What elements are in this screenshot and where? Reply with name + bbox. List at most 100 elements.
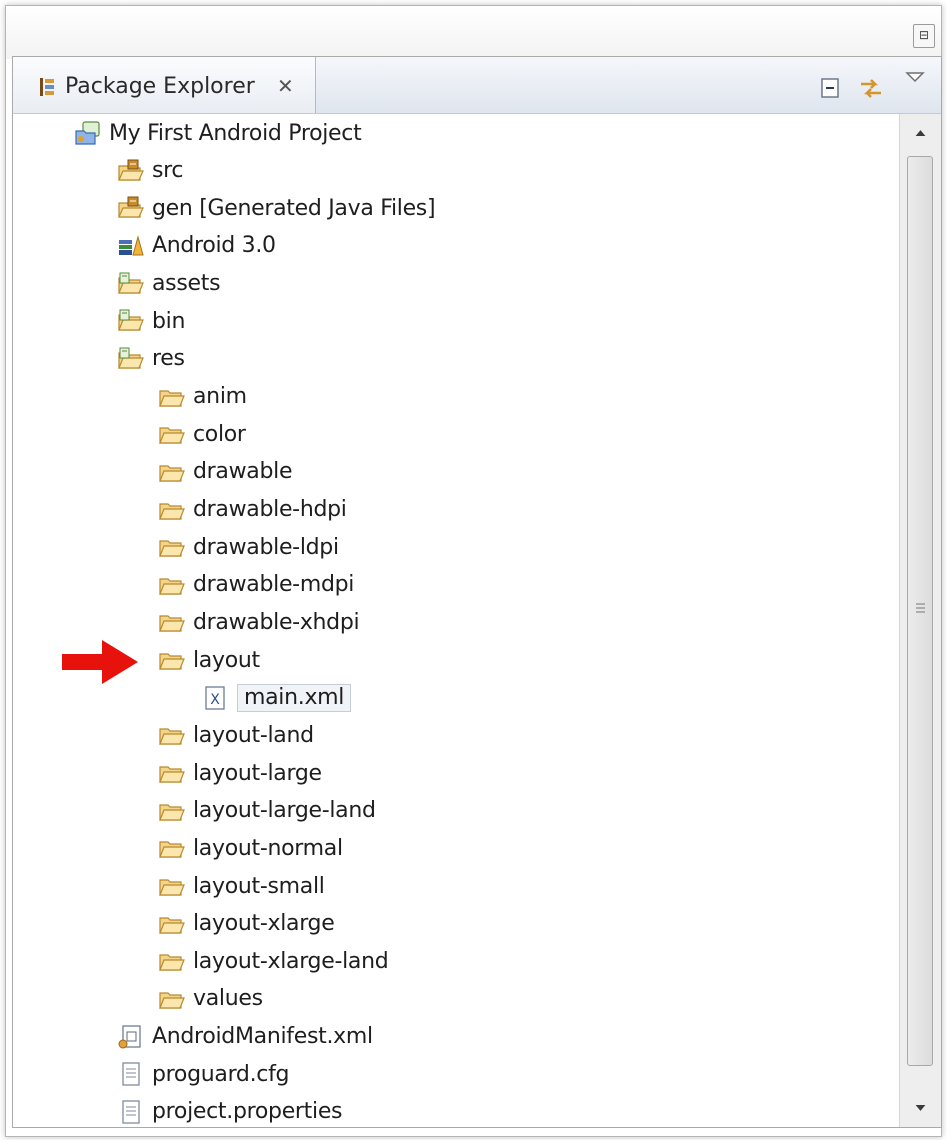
view-menu-chevron-icon[interactable]	[905, 69, 925, 85]
tree-item-label: layout	[193, 647, 260, 673]
text-file-icon	[122, 1062, 140, 1086]
tree-item-label: gen [Generated Java Files]	[152, 195, 436, 221]
tree-item-label: layout-normal	[193, 835, 343, 861]
folder-icon	[159, 728, 185, 745]
tree-item[interactable]: Xmain.xml	[203, 680, 352, 716]
tree-item-label: src	[152, 158, 184, 184]
package-explorer-icon	[40, 78, 54, 96]
tree-item[interactable]: res	[118, 341, 185, 377]
folder-icon	[159, 766, 185, 783]
folder-icon	[159, 653, 185, 670]
project-folder-icon	[118, 309, 144, 331]
folder-icon	[159, 389, 185, 407]
tree-item-label: res	[152, 346, 185, 372]
tree-item[interactable]: AndroidManifest.xml	[118, 1019, 373, 1055]
tree-item-label: drawable-mdpi	[193, 572, 355, 598]
folder-icon	[159, 917, 185, 934]
tree-item[interactable]: bin	[118, 303, 185, 339]
scroll-grip-icon	[916, 603, 925, 613]
tree-item-label: main.xml	[237, 683, 352, 712]
tree-item[interactable]: color	[159, 416, 246, 452]
tree-item-label: anim	[193, 384, 247, 410]
tree-item-label: layout-small	[193, 873, 325, 899]
package-explorer-view: Package Explorer ✕ My First Android Proj…	[12, 56, 942, 1128]
red-arrow-icon	[62, 640, 138, 684]
tree-item[interactable]: layout-large-land	[159, 793, 376, 829]
tree-item-label: assets	[152, 271, 221, 297]
folder-icon	[159, 954, 185, 971]
tree-item-label: proguard.cfg	[152, 1061, 290, 1087]
tree-item[interactable]: project.properties	[118, 1094, 343, 1127]
folder-icon	[159, 578, 185, 595]
tree-item[interactable]: drawable-xhdpi	[159, 604, 360, 640]
android-manifest-icon	[118, 1024, 141, 1049]
folder-icon	[159, 804, 185, 821]
tree-item[interactable]: anim	[159, 379, 247, 415]
tree-item-label: drawable-ldpi	[193, 534, 339, 560]
tree-item-label: Android 3.0	[152, 233, 276, 259]
view-tab-bar: Package Explorer ✕	[13, 57, 941, 114]
tree-item[interactable]: layout-land	[159, 717, 314, 753]
tree-item[interactable]: assets	[118, 266, 221, 302]
tree-item[interactable]: drawable-ldpi	[159, 529, 339, 565]
android-project-icon	[75, 121, 100, 145]
tree-item[interactable]: layout-normal	[159, 830, 343, 866]
project-folder-icon	[118, 347, 144, 369]
folder-icon	[159, 540, 185, 557]
folder-icon	[159, 615, 185, 633]
link-with-editor-icon[interactable]	[858, 75, 884, 101]
tree-item-label: layout-large	[193, 760, 322, 786]
source-folder-icon	[118, 196, 144, 218]
source-folder-icon	[118, 159, 144, 181]
tab-package-explorer[interactable]: Package Explorer ✕	[13, 57, 316, 113]
scroll-up-arrow-icon[interactable]	[900, 114, 941, 154]
tree-item[interactable]: My First Android Project	[75, 115, 362, 151]
tree-item[interactable]: drawable-mdpi	[159, 567, 354, 603]
tree-item-label: My First Android Project	[109, 120, 362, 146]
collapse-all-icon[interactable]	[818, 75, 844, 101]
folder-icon	[159, 879, 185, 896]
tree-item[interactable]: layout-xlarge-land	[159, 943, 389, 979]
folder-icon	[159, 502, 185, 520]
project-tree: My First Android Project src gen [Generate…	[13, 114, 898, 1127]
tree-item-label: layout-xlarge	[193, 911, 335, 937]
tree-item-label: layout-large-land	[193, 798, 376, 824]
view-title: Package Explorer	[65, 74, 255, 99]
folder-icon	[159, 427, 185, 444]
tree-item[interactable]: Android 3.0	[118, 228, 276, 264]
folder-icon	[159, 465, 185, 482]
svg-text:X: X	[210, 692, 220, 708]
tree-item[interactable]: drawable-hdpi	[159, 492, 347, 528]
tree-item[interactable]: gen [Generated Java Files]	[118, 190, 436, 226]
project-folder-icon	[118, 272, 144, 294]
tree-item-label: layout-xlarge-land	[193, 948, 389, 974]
text-file-icon	[122, 1100, 140, 1124]
tree-item-label: AndroidManifest.xml	[152, 1024, 373, 1050]
tree-item[interactable]: src	[118, 153, 184, 189]
tree-item-label: values	[193, 986, 263, 1012]
folder-icon	[159, 992, 185, 1009]
tree-item-label: project.properties	[152, 1099, 343, 1125]
tree-item[interactable]: layout	[159, 642, 260, 678]
xml-file-icon: X	[205, 686, 225, 710]
tree-item[interactable]: layout-xlarge	[159, 906, 335, 942]
folder-icon	[159, 841, 185, 858]
vertical-scrollbar[interactable]	[899, 114, 941, 1127]
close-tab-icon[interactable]: ✕	[277, 74, 294, 98]
title-strip: ⊟	[6, 6, 941, 59]
scroll-thumb[interactable]	[907, 156, 933, 1066]
restore-icon[interactable]: ⊟	[913, 24, 935, 48]
tree-item-label: drawable-xhdpi	[193, 609, 360, 635]
tree-item-label: drawable-hdpi	[193, 497, 347, 522]
tree-item[interactable]: values	[159, 981, 263, 1017]
tree-item-label: layout-land	[193, 722, 314, 748]
tree-item[interactable]: proguard.cfg	[118, 1056, 290, 1092]
tree-item-label: color	[193, 421, 246, 447]
tree-item[interactable]: layout-large	[159, 755, 322, 791]
tree-item-label: drawable	[193, 459, 293, 485]
android-library-icon	[119, 235, 144, 256]
tree-item-label: bin	[152, 308, 186, 334]
scroll-down-arrow-icon[interactable]	[900, 1087, 941, 1127]
tree-item[interactable]: drawable	[159, 454, 292, 490]
tree-item[interactable]: layout-small	[159, 868, 325, 904]
